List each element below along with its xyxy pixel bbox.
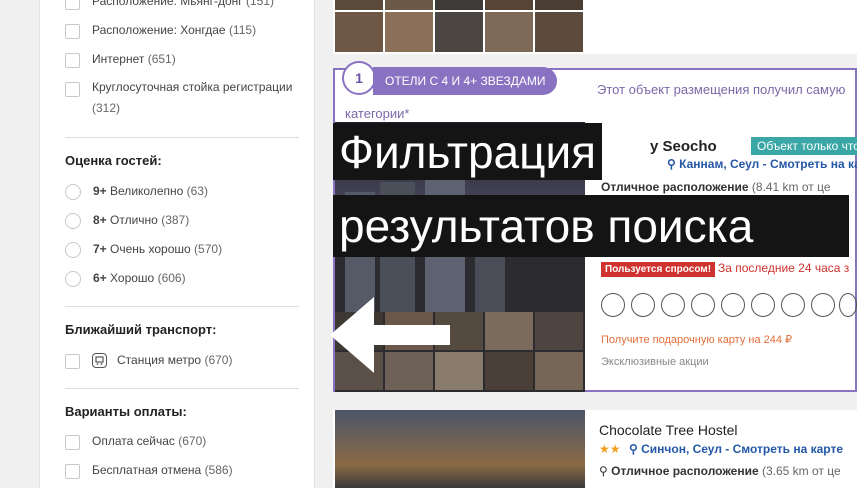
transport-title: Ближайший транспорт: [65,322,217,337]
radio[interactable] [65,271,81,287]
wifi-icon [691,293,715,317]
option-count: (63) [186,184,208,198]
distance: (3.65 km от це [762,464,841,478]
parking-icon [781,293,805,317]
filter-option[interactable]: Расположение: Хонгдае (115) [65,23,256,41]
checkbox[interactable] [65,24,80,39]
radio[interactable] [65,242,81,258]
location-rating: Отличное расположение (8.41 km от це [601,180,831,194]
location-tag: Отличное расположение [611,464,759,478]
rating-label: Очень хорошо [110,242,191,256]
rank-badge: 1 [342,61,376,95]
hotel-name[interactable]: Chocolate Tree Hostel [599,422,738,438]
rating-score: 9+ [93,184,107,198]
tv-icon [751,293,775,317]
rating-label: Хорошо [110,271,155,285]
pin-icon: ⚲ [629,442,642,456]
category-note-cont: категории* [345,106,410,121]
radio[interactable] [65,184,81,200]
rating-option[interactable]: 7+ Очень хорошо (570) [65,242,222,260]
demand-badge: Пользуется спросом! [601,262,716,277]
payment-title: Варианты оплаты: [65,404,187,419]
location-rating: ⚲ Отличное расположение (3.65 km от це [599,464,841,478]
pin-icon: ⚲ [667,157,680,171]
location-tag: Отличное расположение [601,180,749,194]
option-count: (115) [228,23,257,37]
transport-option[interactable]: Станция метро (670) [65,353,232,371]
option-count: (586) [204,463,233,477]
option-count: (151) [246,0,275,8]
divider [65,306,299,307]
gift-card-offer[interactable]: Получите подарочную карту на 244 ₽ [601,333,792,346]
stars-badge: ОТЕЛИ С 4 И 4+ ЗВЕЗДАМИ [373,67,558,95]
rating-label: Отлично [110,213,158,227]
filter-option[interactable]: Расположение: Мьянг-донг (151) [65,0,274,12]
overlay-title-line1: Фильтрация [333,123,603,180]
restaurant-icon [601,293,625,317]
hotel-location[interactable]: ⚲ Каннам, Сеул - Смотреть на ка [667,157,857,171]
rating-label: Великолепно [110,184,184,198]
checkbox[interactable] [65,0,80,10]
rating-option[interactable]: 9+ Великолепно (63) [65,184,208,202]
recent-bookings: За последние 24 часа з [718,261,850,275]
filter-option[interactable]: Интернет (651) [65,52,176,70]
filter-sidebar: Расположение: Мьянг-донг (151) Расположе… [39,0,315,488]
checkbox[interactable] [65,435,80,450]
guest-rating-title: Оценка гостей: [65,153,162,168]
option-label: Станция метро [117,353,202,367]
category-note: Этот объект размещения получил самую [597,82,846,97]
radio[interactable] [65,213,81,229]
option-label: Оплата сейчас [92,434,175,448]
option-label: Расположение: Хонгдае [92,23,226,37]
option-count: (606) [157,271,186,285]
option-count: (387) [161,213,190,227]
checkbox[interactable] [65,53,80,68]
checkbox[interactable] [65,354,80,369]
hotel-name[interactable]: y Seocho [650,138,717,155]
transit-icon [92,353,107,368]
fitness-icon [631,293,655,317]
payment-option[interactable]: Бесплатная отмена (586) [65,463,233,481]
overlay-title-line2: результатов поиска [333,195,849,257]
hotel-card-previous[interactable] [333,0,857,54]
pin-icon: ⚲ [599,464,612,478]
hair-dryer-icon [721,293,745,317]
option-label: Расположение: Мьянг-донг [92,0,243,8]
option-count: (312) [92,101,121,115]
bar-icon [811,293,835,317]
front-desk-icon [661,293,685,317]
option-label: Круглосуточная стойка регистрации [92,80,293,94]
rating-option[interactable]: 6+ Хорошо (606) [65,271,186,289]
hotel-photo[interactable] [335,410,585,488]
rating-score: 6+ [93,271,107,285]
payment-option[interactable]: Оплата сейчас (670) [65,434,206,452]
option-count: (651) [147,52,176,66]
hotel-location[interactable]: ⚲ Синчон, Сеул - Смотреть на карте [629,442,843,456]
checkbox[interactable] [65,82,80,97]
divider [65,137,299,138]
star-icon: ★★ [599,442,621,456]
option-count: (570) [194,242,223,256]
rating-option[interactable]: 8+ Отлично (387) [65,213,189,231]
option-count: (670) [204,353,233,367]
more-icon [839,293,857,317]
option-label: Бесплатная отмена [92,463,202,477]
location-text: Синчон, Сеул - Смотреть на карте [641,442,843,456]
location-text: Каннам, Сеул - Смотреть на ка [679,157,857,171]
distance: (8.41 km от це [751,180,831,194]
option-count: (670) [178,434,207,448]
exclusive-deals[interactable]: Эксклюзивные акции [601,356,709,368]
app-only-badge: Объект только что [751,137,857,155]
checkbox[interactable] [65,464,80,479]
arrow-left-icon [330,297,450,373]
rating-score: 8+ [93,213,107,227]
divider [65,388,299,389]
filter-option[interactable]: Круглосуточная стойка регистрации (312) [65,80,305,121]
option-label: Интернет [92,52,145,66]
rating-score: 7+ [93,242,107,256]
